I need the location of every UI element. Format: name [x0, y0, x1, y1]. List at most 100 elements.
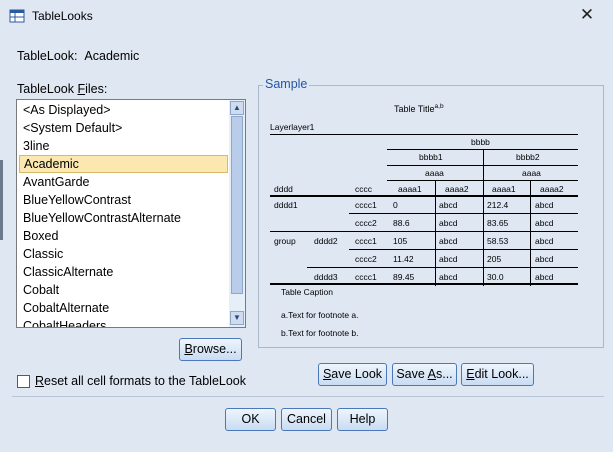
list-item[interactable]: BlueYellowContrastAlternate — [19, 209, 228, 227]
list-vertical-scrollbar[interactable]: ▲ ▼ — [229, 100, 245, 327]
sample-value-cell: 0 — [393, 200, 398, 210]
rule-v-cell — [483, 232, 484, 250]
list-item[interactable]: Cobalt — [19, 281, 228, 299]
sample-value-cell: 205 — [487, 254, 502, 264]
rule-v-cell — [483, 250, 484, 268]
rule-v-a2 — [483, 180, 484, 196]
list-item[interactable]: AvantGarde — [19, 173, 228, 191]
rule-v-a1 — [435, 180, 436, 196]
save-look-button[interactable]: Save Look — [318, 363, 387, 386]
row-header-cccc: cccc — [355, 184, 372, 194]
rule-header-bottom — [270, 195, 578, 197]
browse-button[interactable]: Browse... — [179, 338, 242, 361]
row-label-l3: cccc2 — [355, 254, 377, 264]
sample-table-preview: Table Titlea,b Layerlayer1 bbbb bbbb1 bb… — [267, 100, 596, 340]
rule-v-cell — [530, 250, 531, 268]
list-item[interactable]: CobaltHeaders — [19, 317, 228, 327]
sample-value-cell: 83.65 — [487, 218, 509, 228]
rule-row — [270, 231, 578, 232]
col-header-bbbb1: bbbb1 — [419, 152, 443, 162]
title-bar: TableLooks ✕ — [0, 0, 613, 31]
rule-v-cell — [435, 232, 436, 250]
reset-formats-label[interactable]: Reset all cell formats to the TableLook — [35, 374, 246, 388]
rule-v-cell — [435, 196, 436, 214]
list-item[interactable]: Boxed — [19, 227, 228, 245]
rule-row — [307, 267, 578, 268]
sample-layer-label: Layerlayer1 — [270, 122, 315, 132]
row-label-l2: dddd3 — [314, 272, 338, 282]
rule-bottom — [270, 283, 578, 285]
cancel-button[interactable]: Cancel — [281, 408, 332, 431]
rule-v-cell — [530, 214, 531, 232]
sample-value-cell: abcd — [439, 272, 458, 282]
sample-value-cell: abcd — [439, 200, 458, 210]
list-item[interactable]: ClassicAlternate — [19, 263, 228, 281]
rule-row — [349, 249, 578, 250]
sample-table-title: Table Titlea,b — [394, 103, 444, 114]
rule-v-a3 — [530, 180, 531, 196]
sample-value-cell: 58.53 — [487, 236, 509, 246]
tablelook-files-list[interactable]: <As Displayed> <System Default> 3line Acade… — [16, 99, 246, 328]
row-label-l3: cccc1 — [355, 200, 377, 210]
footer-separator — [12, 396, 604, 397]
help-button[interactable]: Help — [337, 408, 388, 431]
col-header-aaaa1-b: aaaa1 — [492, 184, 516, 194]
list-item[interactable]: Academic — [19, 155, 228, 173]
rule-v-cell — [483, 214, 484, 232]
sample-value-cell: 30.0 — [487, 272, 504, 282]
ok-button[interactable]: OK — [225, 408, 276, 431]
row-label-l1: dddd1 — [274, 200, 298, 210]
sample-value-cell: abcd — [535, 272, 554, 282]
row-label-l3: cccc2 — [355, 218, 377, 228]
list-item[interactable]: BlueYellowContrast — [19, 191, 228, 209]
list-item[interactable]: 3line — [19, 137, 228, 155]
close-icon[interactable]: ✕ — [572, 3, 602, 27]
rule-v-cell — [435, 214, 436, 232]
sample-value-cell: abcd — [535, 200, 554, 210]
sample-value-cell: 105 — [393, 236, 408, 246]
tablelook-files-label: TableLook Files: — [17, 82, 108, 96]
sample-value-cell: abcd — [439, 254, 458, 264]
rule-top — [270, 134, 578, 135]
col-header-aaaa2-b: aaaa2 — [540, 184, 564, 194]
window-title: TableLooks — [32, 9, 93, 23]
sample-value-cell: 11.42 — [393, 254, 414, 264]
edit-look-button[interactable]: Edit Look... — [461, 363, 534, 386]
rule-row — [349, 213, 578, 214]
list-item[interactable]: CobaltAlternate — [19, 299, 228, 317]
sample-value-cell: abcd — [439, 218, 458, 228]
rule-v-cell — [530, 196, 531, 214]
tablelooks-app-icon — [9, 9, 25, 23]
sample-table-caption: Table Caption — [281, 287, 333, 297]
rule-v-cell — [530, 232, 531, 250]
scroll-thumb[interactable] — [231, 116, 243, 294]
col-header-aaaa-1: aaaa — [425, 168, 444, 178]
col-header-aaaa1-a: aaaa1 — [398, 184, 422, 194]
row-label-l3: cccc1 — [355, 272, 377, 282]
sample-value-cell: abcd — [535, 254, 554, 264]
sample-group-title: Sample — [263, 77, 310, 91]
row-label-l3: cccc1 — [355, 236, 377, 246]
sample-value-cell: abcd — [439, 236, 458, 246]
row-label-l2: dddd2 — [314, 236, 338, 246]
scroll-up-arrow-icon[interactable]: ▲ — [230, 101, 244, 115]
list-item[interactable]: Classic — [19, 245, 228, 263]
scroll-down-arrow-icon[interactable]: ▼ — [230, 311, 244, 325]
row-header-dddd: dddd — [274, 184, 293, 194]
tablelook-label: TableLook: Academic — [17, 49, 139, 63]
tablelook-current-value: Academic — [84, 49, 140, 63]
save-as-button[interactable]: Save As... — [392, 363, 457, 386]
window-edge-marker — [0, 160, 3, 240]
sample-value-cell: abcd — [535, 218, 554, 228]
sample-footnote-b: b.Text for footnote b. — [281, 328, 359, 338]
list-item[interactable]: <As Displayed> — [19, 101, 228, 119]
col-header-bbbb2: bbbb2 — [516, 152, 540, 162]
col-header-aaaa2-a: aaaa2 — [445, 184, 469, 194]
sample-value-cell: 88.6 — [393, 218, 410, 228]
row-label-l1: group — [274, 236, 296, 246]
rule-h2 — [387, 165, 578, 166]
list-item[interactable]: <System Default> — [19, 119, 228, 137]
sample-value-cell: abcd — [535, 236, 554, 246]
reset-formats-checkbox[interactable] — [17, 375, 30, 388]
sample-footnote-a: a.Text for footnote a. — [281, 310, 359, 320]
